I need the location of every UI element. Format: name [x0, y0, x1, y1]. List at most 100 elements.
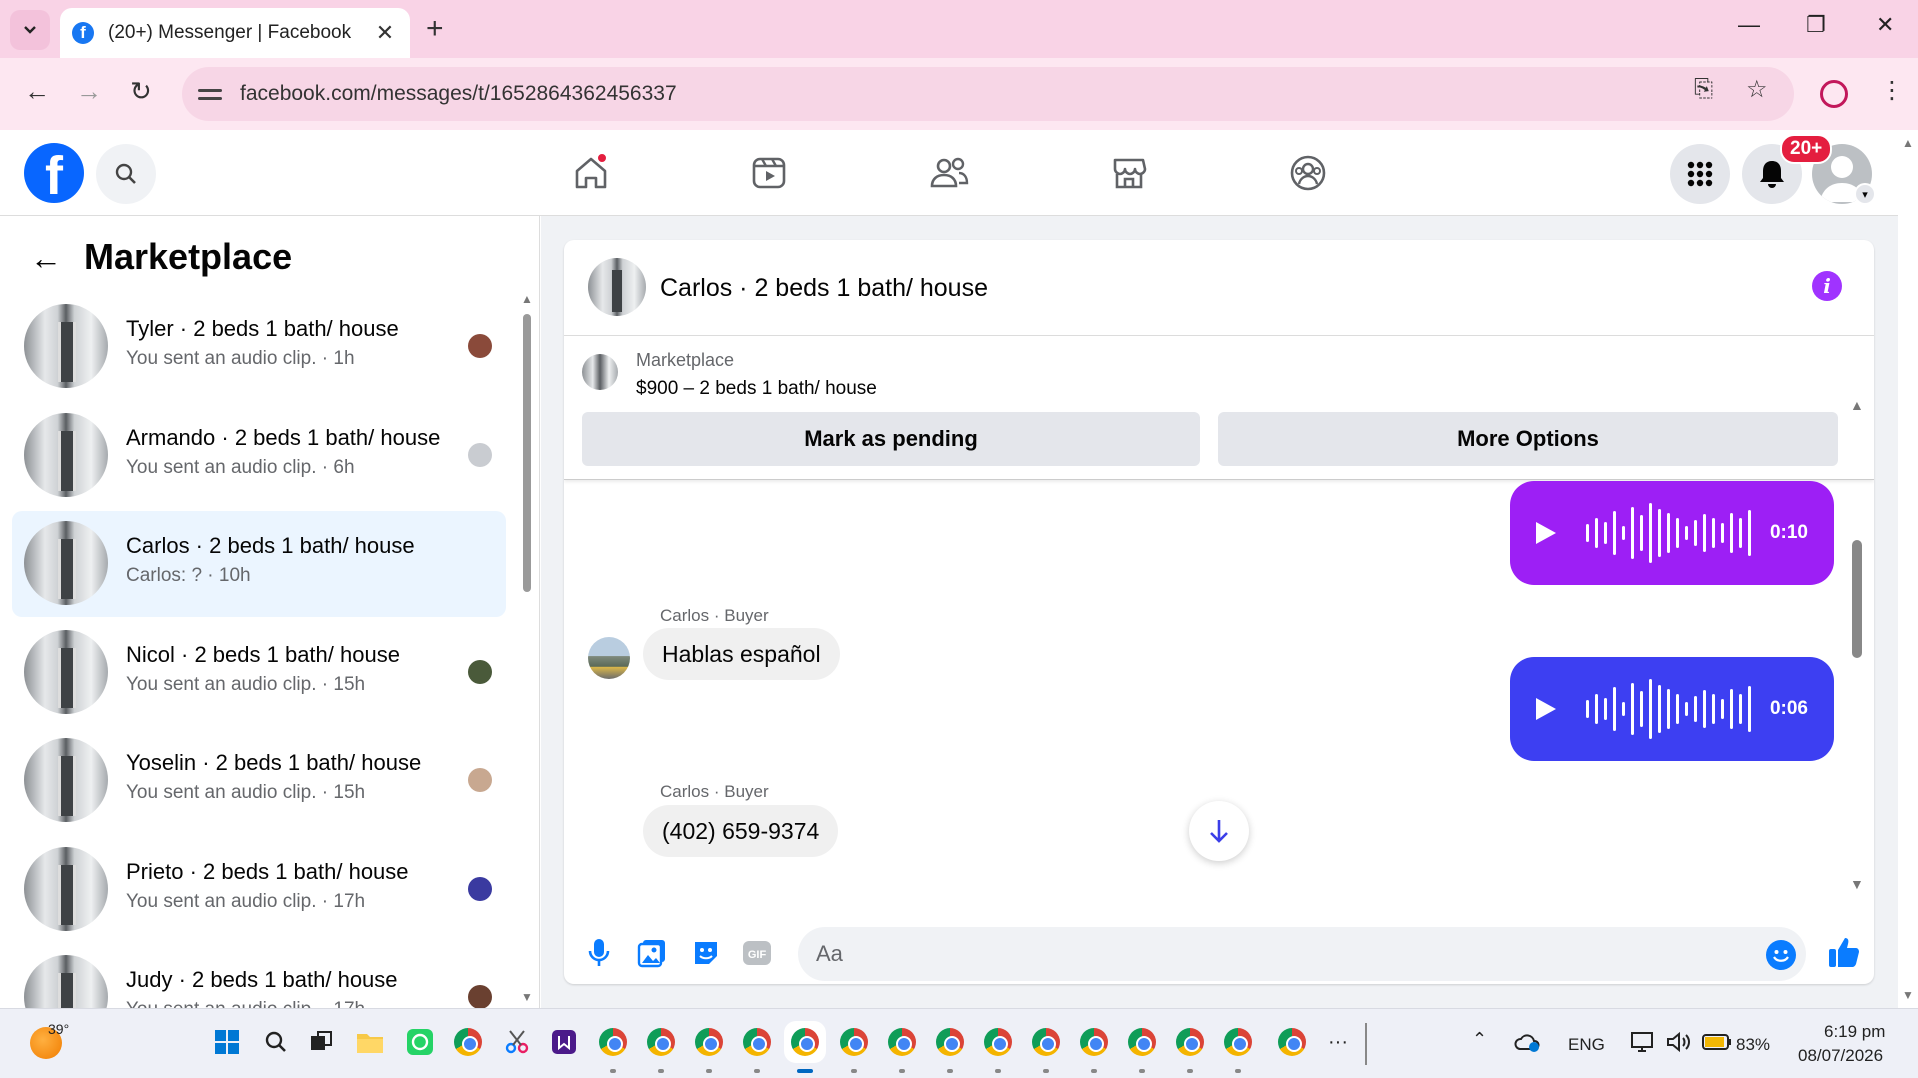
tab-close-icon[interactable]: ✕ — [372, 20, 398, 46]
conversation-item[interactable]: Carlos · 2 beds 1 bath/ house Carlos: ? ·… — [12, 511, 506, 617]
scroll-up-arrow-icon[interactable]: ▲ — [521, 292, 533, 306]
account-caret-icon[interactable]: ▾ — [1854, 183, 1876, 205]
install-app-icon[interactable]: ⎘ — [1694, 75, 1713, 103]
chrome-window-app[interactable] — [1127, 1027, 1157, 1057]
mark-as-pending-button[interactable]: Mark as pending — [582, 412, 1200, 466]
nav-groups[interactable] — [1285, 150, 1331, 196]
conversation-item[interactable]: Yoselin · 2 beds 1 bath/ house You sent a… — [12, 728, 506, 834]
chrome-window-app[interactable] — [983, 1027, 1013, 1057]
conversation-item[interactable]: Nicol · 2 beds 1 bath/ house You sent an … — [12, 620, 506, 726]
chat-avatar[interactable] — [588, 258, 646, 316]
chat-header: Carlos · 2 beds 1 bath/ house i — [564, 240, 1874, 336]
clock-date[interactable]: 08/07/2026 — [1798, 1046, 1883, 1066]
listing-price-title[interactable]: $900 – 2 beds 1 bath/ house — [636, 378, 877, 400]
send-like-button[interactable] — [1826, 934, 1862, 970]
conversation-name: Prieto · 2 beds 1 bath/ house — [126, 858, 409, 884]
facebook-logo[interactable]: f — [24, 143, 84, 203]
forward-button[interactable]: → — [76, 76, 102, 107]
sticker-button[interactable] — [691, 938, 721, 968]
tab-search-button[interactable] — [10, 10, 50, 50]
sender-avatar[interactable] — [588, 637, 630, 679]
conversation-item[interactable]: Armando · 2 beds 1 bath/ house You sent a… — [12, 403, 506, 509]
scroll-down-arrow-icon[interactable]: ▼ — [521, 990, 533, 1004]
play-icon[interactable] — [1536, 522, 1556, 544]
scroll-to-bottom-button[interactable] — [1189, 801, 1249, 861]
chrome-window-app[interactable] — [646, 1027, 676, 1057]
gif-button[interactable]: GIF — [742, 938, 772, 968]
site-info-icon[interactable] — [198, 82, 222, 106]
reload-button[interactable]: ↻ — [130, 76, 152, 107]
chat-scroll-down-icon[interactable]: ▼ — [1850, 876, 1864, 892]
chrome-window-app[interactable] — [1223, 1027, 1253, 1057]
play-icon[interactable] — [1536, 698, 1556, 720]
nav-home[interactable] — [568, 150, 614, 196]
conversation-item[interactable]: Prieto · 2 beds 1 bath/ house You sent an… — [12, 837, 506, 943]
emoji-button[interactable] — [1766, 940, 1796, 970]
chrome-window-app[interactable] — [742, 1027, 772, 1057]
chrome-window-app[interactable] — [1031, 1027, 1061, 1057]
incoming-message[interactable]: (402) 659-9374 — [643, 805, 839, 857]
browser-tab[interactable]: f (20+) Messenger | Facebook ✕ — [60, 8, 410, 58]
conversation-item[interactable]: Tyler · 2 beds 1 bath/ house You sent an … — [12, 294, 506, 400]
more-apps-icon[interactable]: ··· — [1328, 1031, 1348, 1054]
volume-tray[interactable] — [1664, 1027, 1694, 1057]
app-purple[interactable] — [549, 1027, 579, 1057]
attach-photo-button[interactable] — [637, 938, 667, 968]
audio-waveform[interactable] — [1586, 503, 1756, 563]
page-scroll-down-icon[interactable]: ▼ — [1902, 988, 1914, 1002]
incoming-message[interactable]: Hablas español — [643, 628, 840, 680]
url-text: facebook.com/messages/t/1652864362456337 — [240, 82, 677, 105]
chrome-window-app[interactable] — [598, 1027, 628, 1057]
chrome-window-app[interactable] — [790, 1027, 821, 1057]
back-arrow-icon[interactable]: ← — [30, 240, 62, 277]
chat-scroll-up-icon[interactable]: ▲ — [1850, 397, 1864, 413]
start-button[interactable] — [212, 1027, 242, 1057]
chrome-app[interactable] — [453, 1027, 483, 1057]
whatsapp-app[interactable] — [405, 1027, 435, 1057]
new-tab-button[interactable]: + — [426, 12, 444, 46]
menu-button[interactable] — [1670, 144, 1730, 204]
onedrive-tray[interactable] — [1513, 1027, 1543, 1057]
close-window-button[interactable]: ✕ — [1876, 12, 1894, 38]
more-options-button[interactable]: More Options — [1218, 412, 1838, 466]
browser-menu-icon[interactable]: ⋮ — [1880, 76, 1904, 105]
message-input[interactable] — [798, 927, 1806, 981]
nav-marketplace[interactable] — [1106, 150, 1152, 196]
taskbar-search-button[interactable] — [261, 1027, 291, 1057]
chrome-window-app[interactable] — [887, 1027, 917, 1057]
chrome-window-app[interactable] — [839, 1027, 869, 1057]
arrow-down-icon — [1210, 820, 1228, 843]
restore-button[interactable]: ❐ — [1806, 12, 1826, 38]
file-explorer-app[interactable] — [355, 1027, 385, 1057]
clock-time[interactable]: 6:19 pm — [1824, 1022, 1885, 1042]
info-icon[interactable]: i — [1812, 271, 1842, 301]
chrome-window-app[interactable] — [1277, 1027, 1307, 1057]
chat-title[interactable]: Carlos · 2 beds 1 bath/ house — [660, 274, 988, 303]
nav-video[interactable] — [746, 150, 792, 196]
snipping-tool-app[interactable] — [502, 1027, 532, 1057]
battery-tray[interactable] — [1702, 1027, 1732, 1057]
voice-clip-button[interactable] — [584, 938, 614, 968]
chrome-icon — [695, 1028, 724, 1056]
chrome-window-app[interactable] — [694, 1027, 724, 1057]
chat-scrollbar[interactable] — [1852, 540, 1862, 658]
chrome-window-app[interactable] — [1079, 1027, 1109, 1057]
profile-icon[interactable] — [1820, 80, 1848, 108]
bookmark-star-icon[interactable]: ☆ — [1746, 75, 1768, 104]
listing-banner: Marketplace $900 – 2 beds 1 bath/ house … — [564, 336, 1874, 480]
chrome-window-app[interactable] — [935, 1027, 965, 1057]
listing-thumbnail[interactable] — [582, 354, 618, 390]
search-button[interactable] — [96, 144, 156, 204]
network-tray[interactable] — [1628, 1027, 1658, 1057]
chrome-window-app[interactable] — [1175, 1027, 1205, 1057]
audio-waveform[interactable] — [1586, 679, 1756, 739]
language-indicator[interactable]: ENG — [1568, 1035, 1605, 1055]
minimize-button[interactable]: — — [1738, 12, 1760, 38]
nav-friends[interactable] — [926, 150, 972, 196]
page-scroll-up-icon[interactable]: ▲ — [1902, 136, 1914, 150]
show-hidden-icons-icon[interactable]: ⌃ — [1472, 1029, 1487, 1050]
conversation-list-scrollbar[interactable] — [523, 314, 531, 592]
back-button[interactable]: ← — [24, 76, 50, 107]
task-view-button[interactable] — [306, 1027, 336, 1057]
address-bar[interactable]: facebook.com/messages/t/1652864362456337… — [182, 67, 1794, 121]
